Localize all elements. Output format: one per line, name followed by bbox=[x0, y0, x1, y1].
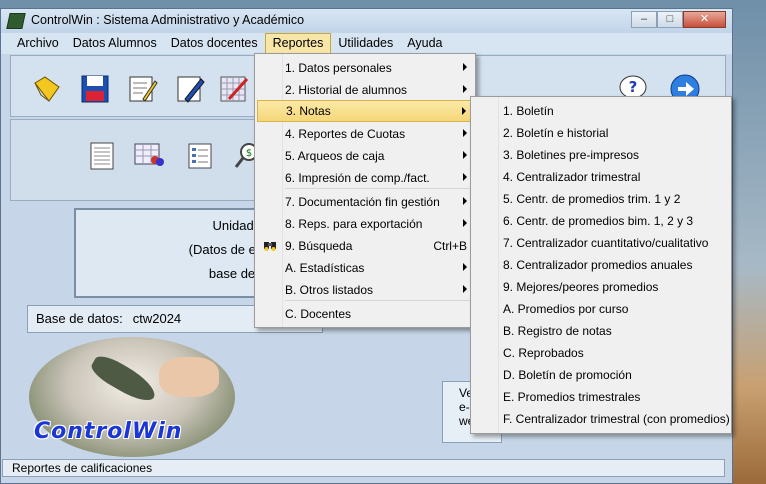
reportes-item-6[interactable]: 6. Impresión de comp./fact. bbox=[257, 167, 473, 189]
folder-icon[interactable] bbox=[31, 73, 63, 105]
notas-item-4[interactable]: 4. Centralizador trimestral bbox=[473, 166, 729, 188]
reportes-item-12[interactable]: C. Docentes bbox=[257, 303, 473, 325]
notas-item-6[interactable]: 6. Centr. de promedios bim. 1, 2 y 3 bbox=[473, 210, 729, 232]
window-title: ControlWin : Sistema Administrativo y Ac… bbox=[31, 13, 305, 27]
notas-item-8[interactable]: 8. Centralizador promedios anuales bbox=[473, 254, 729, 276]
binoculars-icon bbox=[264, 242, 276, 251]
reportes-item-2[interactable]: 2. Historial de alumnos bbox=[257, 79, 473, 101]
submenu-arrow-icon bbox=[463, 197, 467, 205]
submenu-arrow-icon bbox=[463, 85, 467, 93]
reportes-item-10[interactable]: A. Estadísticas bbox=[257, 257, 473, 279]
notas-item-11[interactable]: B. Registro de notas bbox=[473, 320, 729, 342]
menu-datos-docentes[interactable]: Datos docentes bbox=[164, 33, 265, 54]
menu-archivo[interactable]: Archivo bbox=[10, 33, 66, 54]
unit-data: (Datos de eje bbox=[188, 242, 266, 257]
submenu-arrow-icon bbox=[463, 285, 467, 293]
reportes-dropdown: 1. Datos personales 2. Historial de alumn… bbox=[254, 53, 476, 328]
status-bar: Reportes de calificaciones bbox=[2, 459, 725, 477]
notas-item-2[interactable]: 2. Boletín e historial bbox=[473, 122, 729, 144]
notas-item-3[interactable]: 3. Boletines pre-impresos bbox=[473, 144, 729, 166]
reportes-item-3[interactable]: 3. Notas bbox=[257, 100, 473, 122]
minimize-button[interactable]: – bbox=[631, 11, 657, 28]
unit-database: base de d bbox=[208, 266, 266, 281]
shortcut-label: Ctrl+B bbox=[433, 239, 467, 253]
reportes-item-4[interactable]: 4. Reportes de Cuotas bbox=[257, 123, 473, 145]
database-label: Base de datos: bbox=[36, 311, 123, 326]
app-icon bbox=[6, 13, 26, 29]
notas-item-9[interactable]: 9. Mejores/peores promedios bbox=[473, 276, 729, 298]
reportes-item-label: 1. Datos personales bbox=[285, 61, 392, 75]
submenu-arrow-icon bbox=[463, 263, 467, 271]
reportes-item-label: 6. Impresión de comp./fact. bbox=[285, 171, 430, 185]
logo-text: ControlWin bbox=[34, 419, 183, 444]
menu-utilidades[interactable]: Utilidades bbox=[331, 33, 400, 54]
reportes-item-label: 8. Reps. para exportación bbox=[285, 217, 423, 231]
submenu-arrow-icon bbox=[463, 63, 467, 71]
notas-item-10[interactable]: A. Promedios por curso bbox=[473, 298, 729, 320]
list-icon[interactable] bbox=[187, 142, 213, 170]
menu-separator bbox=[285, 188, 472, 189]
reportes-item-label: 2. Historial de alumnos bbox=[285, 83, 408, 97]
notas-item-14[interactable]: E. Promedios trimestrales bbox=[473, 386, 729, 408]
title-bar: ControlWin : Sistema Administrativo y Ac… bbox=[1, 9, 732, 33]
unit-info-box: Unidad E (Datos de eje base de d bbox=[74, 208, 274, 298]
reportes-item-label: 4. Reportes de Cuotas bbox=[285, 127, 406, 141]
submenu-arrow-icon bbox=[463, 173, 467, 181]
notas-item-7[interactable]: 7. Centralizador cuantitativo/cualitativ… bbox=[473, 232, 729, 254]
menu-separator bbox=[285, 300, 472, 301]
reportes-item-11[interactable]: B. Otros listados bbox=[257, 279, 473, 301]
pen-icon[interactable] bbox=[175, 73, 207, 105]
hummingbird-shape bbox=[87, 351, 161, 407]
reportes-item-label: 5. Arqueos de caja bbox=[285, 149, 385, 163]
maximize-button[interactable]: □ bbox=[657, 11, 683, 28]
menu-datos-alumnos[interactable]: Datos Alumnos bbox=[66, 33, 164, 54]
hand-shape bbox=[159, 357, 219, 397]
submenu-arrow-icon bbox=[463, 219, 467, 227]
users-table-icon[interactable] bbox=[133, 142, 165, 170]
svg-text:?: ? bbox=[629, 78, 638, 96]
reportes-item-5[interactable]: 5. Arqueos de caja bbox=[257, 145, 473, 167]
reportes-item-1[interactable]: 1. Datos personales bbox=[257, 57, 473, 79]
notas-item-12[interactable]: C. Reprobados bbox=[473, 342, 729, 364]
notas-item-5[interactable]: 5. Centr. de promedios trim. 1 y 2 bbox=[473, 188, 729, 210]
grid-pen-icon[interactable] bbox=[219, 73, 251, 105]
notas-item-13[interactable]: D. Boletín de promoción bbox=[473, 364, 729, 386]
reportes-item-label: 7. Documentación fin gestión bbox=[285, 195, 440, 209]
notas-item-1[interactable]: 1. Boletín bbox=[473, 100, 729, 122]
close-button[interactable]: ✕ bbox=[683, 11, 726, 28]
menu-ayuda[interactable]: Ayuda bbox=[400, 33, 449, 54]
reportes-item-label: A. Estadísticas bbox=[285, 261, 365, 275]
reportes-item-label: B. Otros listados bbox=[285, 283, 374, 297]
reportes-item-label: 9. Búsqueda bbox=[285, 239, 353, 253]
svg-text:$: $ bbox=[246, 148, 252, 159]
menu-reportes[interactable]: Reportes bbox=[264, 33, 332, 54]
unit-name: Unidad E bbox=[212, 218, 266, 233]
document-icon[interactable] bbox=[89, 142, 115, 170]
reportes-item-label: 3. Notas bbox=[286, 104, 331, 118]
submenu-arrow-icon bbox=[463, 151, 467, 159]
reportes-item-8[interactable]: 8. Reps. para exportación bbox=[257, 213, 473, 235]
database-value: ctw2024 bbox=[132, 311, 182, 326]
submenu-arrow-icon bbox=[462, 107, 466, 115]
reportes-item-9[interactable]: 9. Búsqueda Ctrl+B bbox=[257, 235, 473, 257]
notas-item-15[interactable]: F. Centralizador trimestral (con promedi… bbox=[473, 408, 730, 430]
menu-bar: Archivo Datos Alumnos Datos docentes Rep… bbox=[1, 33, 732, 54]
submenu-arrow-icon bbox=[463, 129, 467, 137]
save-disk-icon[interactable] bbox=[79, 73, 111, 105]
reportes-item-label: C. Docentes bbox=[285, 307, 352, 321]
notas-submenu: 1. Boletín 2. Boletín e historial 3. Bolet… bbox=[470, 96, 732, 434]
edit-notes-icon[interactable] bbox=[127, 73, 159, 105]
reportes-item-7[interactable]: 7. Documentación fin gestión bbox=[257, 191, 473, 213]
